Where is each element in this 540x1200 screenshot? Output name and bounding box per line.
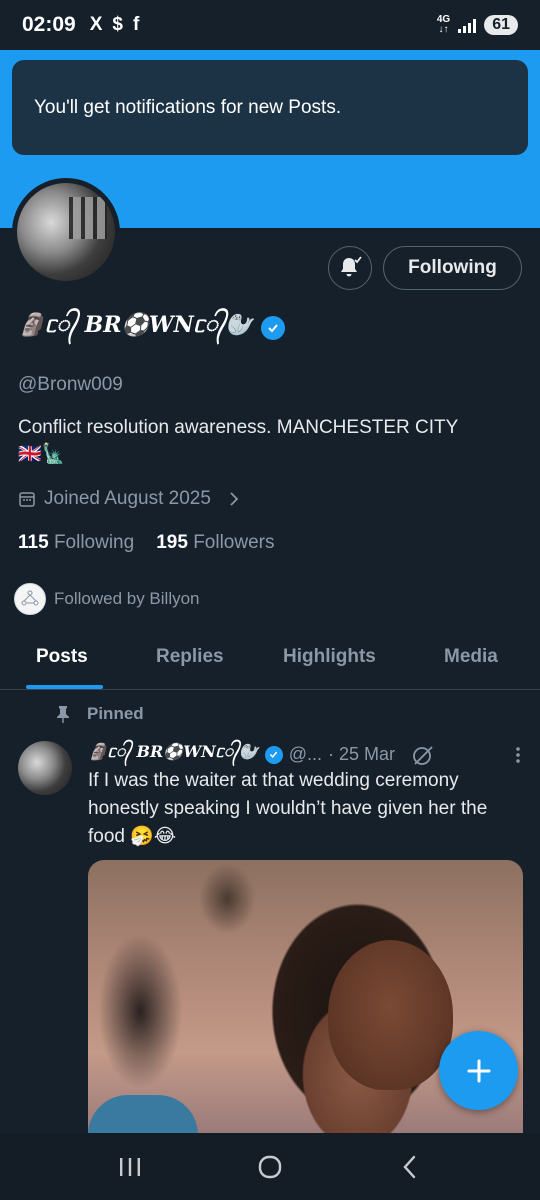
recents-button[interactable]	[110, 1147, 150, 1187]
status-time: 02:09	[22, 13, 76, 36]
post-text: If I was the waiter at that wedding cere…	[88, 770, 488, 847]
post-image-face	[328, 940, 453, 1090]
post-header: 🗿ᥴ᭄ 𝑩𝑹⚽𝑾𝑵ᥴ᭄🦭 @... · 25 Mar	[88, 740, 528, 769]
follow-stats: 115 Following 195 Followers	[18, 532, 275, 554]
post-author-avatar[interactable]	[18, 741, 72, 795]
post-author-name[interactable]: 🗿ᥴ᭄ 𝑩𝑹⚽𝑾𝑵ᥴ᭄🦭	[88, 740, 259, 769]
following-button[interactable]: Following	[383, 246, 522, 290]
pin-icon	[57, 706, 69, 723]
system-nav-bar	[0, 1133, 540, 1200]
network-indicator: 4G ↓↑	[436, 14, 451, 35]
dollar-icon: $	[112, 14, 123, 35]
calendar-icon	[19, 492, 35, 507]
joined-text: Joined August 2025	[44, 488, 211, 509]
followed-by[interactable]: Followed by Billyon	[14, 583, 200, 615]
status-notification-icons: X $ f	[90, 14, 140, 36]
back-icon	[403, 1155, 416, 1178]
profile-avatar[interactable]	[12, 178, 120, 286]
active-tab-indicator	[26, 685, 103, 689]
verified-badge-icon	[264, 745, 283, 764]
profile-tabs: Posts Replies Highlights Media	[0, 630, 540, 690]
more-icon[interactable]	[508, 745, 528, 765]
notifications-bell-button[interactable]	[328, 246, 372, 290]
chevron-right-icon	[230, 492, 239, 506]
verified-badge-icon	[260, 316, 285, 340]
display-name-text: 🗿ᥴ᭄ 𝑩𝑹⚽𝑾𝑵ᥴ᭄🦭	[18, 312, 253, 338]
recents-icon	[120, 1157, 140, 1176]
home-icon	[258, 1155, 282, 1178]
tab-media[interactable]: Media	[444, 646, 498, 668]
display-name: 🗿ᥴ᭄ 𝑩𝑹⚽𝑾𝑵ᥴ᭄🦭	[18, 308, 285, 348]
tab-replies[interactable]: Replies	[156, 646, 224, 668]
grok-icon[interactable]	[411, 743, 435, 767]
battery-icon: 61	[484, 15, 518, 35]
post-image-shoulder	[88, 1095, 198, 1135]
post-date: · 25 Mar	[327, 744, 396, 764]
pinned-label: Pinned	[55, 704, 144, 724]
joined-date[interactable]: Joined August 2025	[18, 488, 243, 510]
plus-icon	[467, 1059, 490, 1082]
following-stat[interactable]: 115 Following	[18, 532, 134, 554]
back-button[interactable]	[390, 1147, 430, 1187]
facebook-icon: f	[132, 14, 140, 35]
status-bar: 02:09 X $ f 4G ↓↑ 61	[0, 0, 540, 50]
profile-handle: @Bronw009	[18, 374, 123, 395]
tab-posts[interactable]: Posts	[36, 646, 88, 668]
tab-highlights[interactable]: Highlights	[283, 646, 376, 668]
bell-check-icon	[341, 256, 362, 277]
post-author-handle: @...	[288, 744, 322, 764]
profile-bio: Conflict resolution awareness. MANCHESTE…	[18, 417, 459, 465]
signal-icon	[458, 17, 477, 33]
status-right: 4G ↓↑ 61	[437, 15, 518, 35]
notification-toast: You'll get notifications for new Posts.	[12, 60, 528, 155]
home-button[interactable]	[250, 1147, 290, 1187]
x-logo-icon: X	[89, 14, 103, 35]
followers-stat[interactable]: 195 Followers	[156, 532, 274, 554]
followed-by-text: Followed by Billyon	[54, 589, 200, 608]
compose-button[interactable]	[439, 1031, 518, 1110]
follower-avatar	[14, 583, 46, 615]
